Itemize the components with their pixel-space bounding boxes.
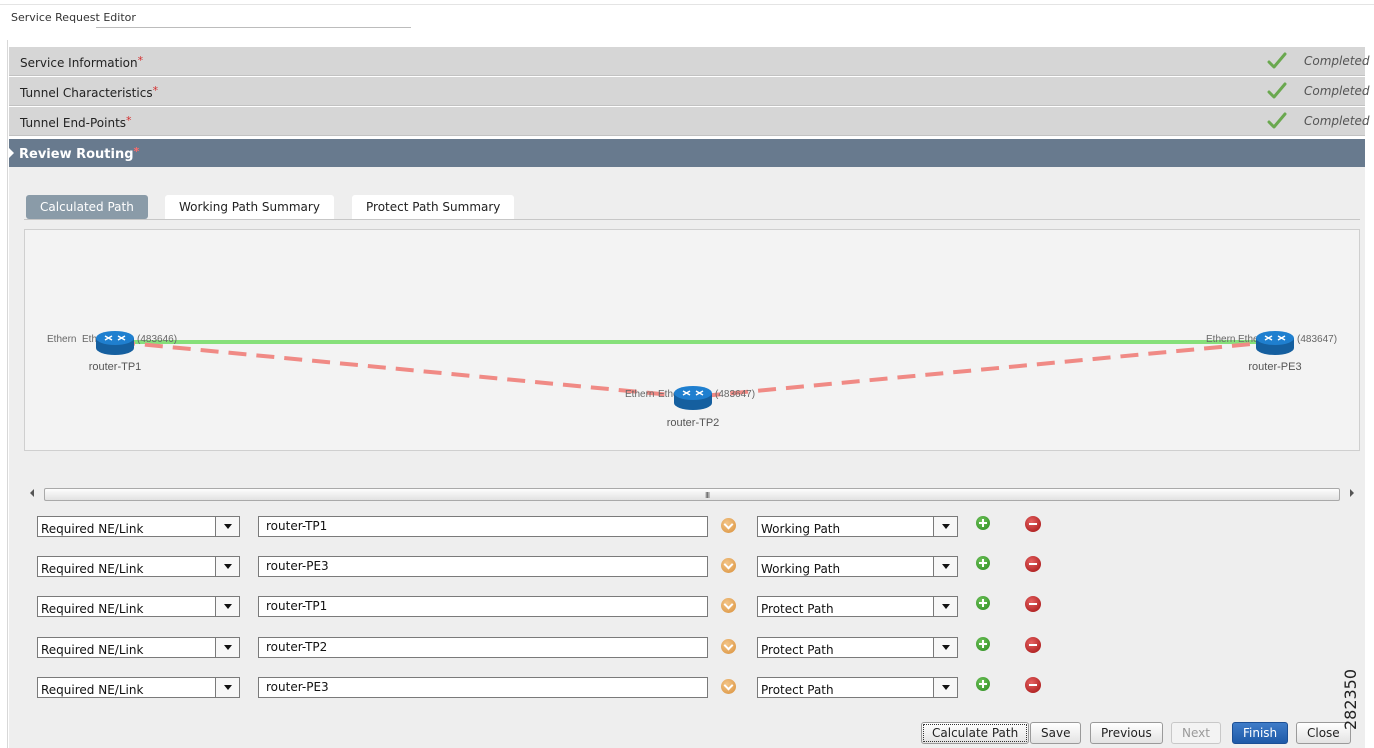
router-node-tp1[interactable]: Ethern Ethern (483646) router-TP1 — [47, 331, 177, 373]
section-tunnel-characteristics[interactable]: Tunnel Characteristics* Completed — [9, 77, 1369, 106]
section-label: Review Routing — [19, 147, 134, 162]
topology-graph: Ethern Ethern (483646) router-TP1 Ethern… — [47, 331, 1337, 429]
required-asterisk: * — [137, 54, 144, 67]
checkmark-icon — [1267, 112, 1287, 129]
remove-icon[interactable] — [1025, 637, 1041, 653]
constraint-row: Required NE/Link router-TP1 Working Path — [0, 516, 1100, 538]
page-title: Service Request Editor — [11, 11, 136, 24]
chevron-down-icon[interactable] — [721, 518, 736, 533]
save-button[interactable]: Save — [1030, 722, 1082, 744]
add-icon[interactable] — [976, 556, 990, 570]
add-icon[interactable] — [976, 677, 990, 691]
scroll-right-icon[interactable] — [1350, 489, 1354, 497]
required-asterisk: * — [152, 84, 159, 97]
scrollbar-grip: III — [705, 491, 710, 500]
chevron-down-icon[interactable] — [721, 598, 736, 613]
remove-icon[interactable] — [1025, 677, 1041, 693]
add-icon[interactable] — [976, 516, 990, 530]
figure-id-text: 282350 — [1341, 668, 1361, 731]
scrollbar-thumb[interactable]: III — [44, 488, 1340, 501]
section-label: Service Information — [20, 56, 138, 70]
constraint-row: Required NE/Link router-TP1 Protect Path — [0, 596, 1100, 618]
dropdown-arrow-icon[interactable] — [215, 557, 239, 576]
previous-button[interactable]: Previous — [1090, 722, 1163, 744]
topology-canvas[interactable]: Ethern Ethern (483646) router-TP1 Ethern… — [24, 229, 1360, 451]
router-name: router-PE3 — [1248, 361, 1301, 373]
remove-icon[interactable] — [1025, 596, 1041, 612]
horizontal-scrollbar[interactable]: III — [24, 487, 1360, 502]
path-type-select[interactable]: Protect Path — [757, 677, 958, 698]
chevron-down-icon[interactable] — [721, 639, 736, 654]
path-type-select[interactable]: Working Path — [757, 516, 958, 537]
tab-divider — [24, 219, 1360, 220]
remove-icon[interactable] — [1025, 556, 1041, 572]
section-status: Completed — [1304, 54, 1370, 68]
dropdown-arrow-icon[interactable] — [215, 638, 239, 657]
section-service-information[interactable]: Service Information* Completed — [9, 47, 1369, 76]
figure-id-watermark: 282350 — [1341, 660, 1368, 740]
interface-label: (483647) — [1297, 334, 1337, 345]
ne-link-input[interactable]: router-TP2 — [258, 637, 708, 658]
section-review-routing[interactable]: Review Routing* — [9, 139, 1365, 167]
router-node-pe3[interactable]: Ethern Ethern (483647) router-PE3 — [1206, 331, 1337, 373]
constraint-type-select[interactable]: Required NE/Link — [37, 516, 240, 537]
interface-label: Ethern — [625, 389, 654, 400]
constraint-type-select[interactable]: Required NE/Link — [37, 677, 240, 698]
router-name: router-TP1 — [89, 361, 142, 373]
dropdown-arrow-icon[interactable] — [933, 557, 957, 576]
required-asterisk: * — [126, 114, 132, 127]
ne-link-input[interactable]: router-PE3 — [258, 677, 708, 698]
interface-label: (483647) — [715, 389, 755, 400]
ne-link-input[interactable]: router-TP1 — [258, 516, 708, 537]
dropdown-arrow-icon[interactable] — [933, 638, 957, 657]
expand-arrow-icon — [9, 148, 14, 158]
interface-label: Ethern — [1206, 334, 1235, 345]
interface-label: (483646) — [137, 334, 177, 345]
dropdown-arrow-icon[interactable] — [215, 597, 239, 616]
dropdown-arrow-icon[interactable] — [215, 517, 239, 536]
constraint-row: Required NE/Link router-PE3 Working Path — [0, 556, 1100, 578]
chevron-down-icon[interactable] — [721, 558, 736, 573]
add-icon[interactable] — [976, 596, 990, 610]
interface-label: Ethern — [47, 334, 76, 345]
constraint-row: Required NE/Link router-TP2 Protect Path — [0, 637, 1100, 659]
dropdown-arrow-icon[interactable] — [215, 678, 239, 697]
dropdown-arrow-icon[interactable] — [933, 517, 957, 536]
router-node-tp2[interactable]: Ethern Ethern (483647) router-TP2 — [625, 386, 755, 429]
path-type-select[interactable]: Protect Path — [757, 596, 958, 617]
add-icon[interactable] — [976, 637, 990, 651]
path-type-select[interactable]: Working Path — [757, 556, 958, 577]
section-label: Tunnel Characteristics — [20, 86, 153, 100]
tab-working-path-summary[interactable]: Working Path Summary — [165, 195, 334, 219]
top-border — [0, 4, 1374, 5]
section-status: Completed — [1304, 84, 1370, 98]
path-type-select[interactable]: Protect Path — [757, 637, 958, 658]
next-button[interactable]: Next — [1171, 722, 1221, 744]
tab-protect-path-summary[interactable]: Protect Path Summary — [352, 195, 515, 219]
calculate-path-button[interactable]: Calculate Path — [921, 722, 1030, 744]
scroll-left-icon[interactable] — [30, 489, 34, 497]
finish-button[interactable]: Finish — [1232, 722, 1289, 744]
constraint-type-select[interactable]: Required NE/Link — [37, 556, 240, 577]
section-status: Completed — [1304, 114, 1370, 128]
ne-link-input[interactable]: router-PE3 — [258, 556, 708, 577]
constraint-type-select[interactable]: Required NE/Link — [37, 596, 240, 617]
ne-link-input[interactable]: router-TP1 — [258, 596, 708, 617]
remove-icon[interactable] — [1025, 516, 1041, 532]
checkmark-icon — [1267, 52, 1287, 69]
chevron-down-icon[interactable] — [721, 679, 736, 694]
required-asterisk: * — [133, 145, 140, 158]
constraint-type-select[interactable]: Required NE/Link — [37, 637, 240, 658]
title-underline — [96, 27, 411, 28]
section-tunnel-end-points[interactable]: Tunnel End-Points* Completed — [9, 107, 1369, 136]
router-name: router-TP2 — [667, 417, 720, 429]
dropdown-arrow-icon[interactable] — [933, 597, 957, 616]
constraint-row: Required NE/Link router-PE3 Protect Path — [0, 677, 1100, 699]
checkmark-icon — [1267, 82, 1287, 99]
tab-calculated-path[interactable]: Calculated Path — [26, 195, 148, 219]
section-label: Tunnel End-Points — [20, 116, 127, 130]
dropdown-arrow-icon[interactable] — [933, 678, 957, 697]
